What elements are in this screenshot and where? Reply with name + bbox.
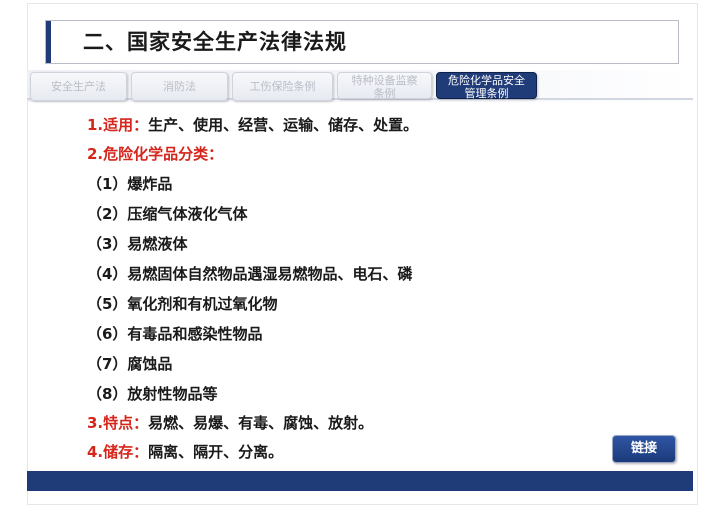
category-item: （3）易燃液体 [87,235,188,253]
tab-hazardous-chemicals[interactable]: 危险化学品安全 管理条例 [436,72,537,100]
tab-special-equipment[interactable]: 特种设备监察 条例 [337,72,432,100]
tab-label: 消防法 [163,80,196,93]
item-label: 4.储存： [87,443,149,461]
item-applicable: 1.适用：生产、使用、经营、运输、储存、处置。 [87,114,418,135]
item-label: 1.适用： [87,116,149,134]
link-button[interactable]: 链接 [612,435,676,463]
tab-label-line1: 特种设备监察 [351,74,418,87]
item-label: 3.特点： [87,414,149,432]
category-item: （5）氧化剂和有机过氧化物 [87,295,278,313]
category-item: （8）放射性物品等 [87,385,218,403]
tab-label-line1: 危险化学品安全 [448,74,525,87]
category-item: （7）腐蚀品 [87,355,173,373]
title-accent [46,21,51,63]
tab-label: 工伤保险条例 [249,80,316,93]
item-characteristics: 3.特点：易燃、易爆、有毒、腐蚀、放射。 [87,412,373,433]
tab-label: 安全生产法 [51,80,106,93]
item-label: 2.危险化学品分类： [87,145,224,163]
item-text: 隔离、隔开、分离。 [148,443,284,461]
title-bar: 二、国家安全生产法律法规 [45,20,679,64]
footer-bar [27,471,693,491]
category-item: （6）有毒品和感染性物品 [87,325,263,343]
category-item: （1）爆炸品 [87,175,173,193]
item-text: 易燃、易爆、有毒、腐蚀、放射。 [148,414,374,432]
category-item: （2）压缩气体液化气体 [87,205,248,223]
item-text: 生产、使用、经营、运输、储存、处置。 [148,116,419,134]
page-title: 二、国家安全生产法律法规 [83,30,347,54]
tab-safety-production-law[interactable]: 安全生产法 [30,72,127,101]
category-item: （4）易燃固体自然物品遇湿易燃物品、电石、磷 [87,265,413,283]
item-storage: 4.储存：隔离、隔开、分离。 [87,441,283,462]
tab-fire-law[interactable]: 消防法 [131,72,228,101]
tab-label-line2: 管理条例 [464,87,509,100]
item-classification: 2.危险化学品分类： [87,143,223,164]
tab-label-line2: 条例 [373,87,396,100]
tab-work-injury-insurance[interactable]: 工伤保险条例 [232,72,333,101]
